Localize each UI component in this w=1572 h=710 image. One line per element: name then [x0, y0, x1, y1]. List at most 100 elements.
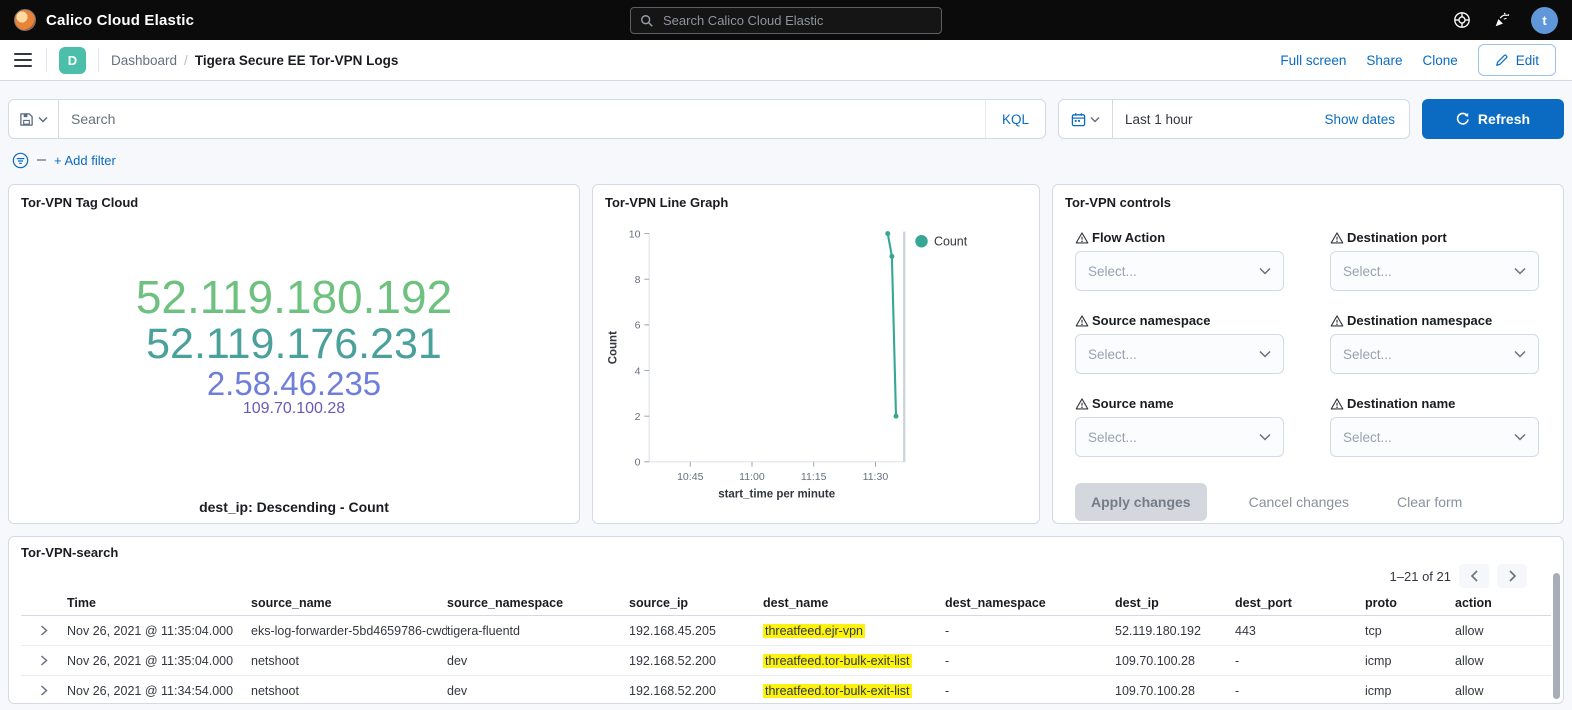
next-page-button[interactable]	[1497, 564, 1527, 588]
control-field: Source nameSelect...	[1075, 396, 1284, 457]
clear-form-button[interactable]: Clear form	[1391, 493, 1468, 511]
warning-icon	[1075, 314, 1089, 328]
tag-cloud-items: 52.119.180.19252.119.176.2312.58.46.2351…	[19, 211, 569, 481]
cell-dest-ip: 52.119.180.192	[1115, 624, 1235, 638]
table-row: Nov 26, 2021 @ 11:35:04.000eks-log-forwa…	[21, 616, 1551, 646]
edit-button[interactable]: Edit	[1478, 44, 1556, 76]
prev-page-button[interactable]	[1459, 564, 1489, 588]
control-field: Destination portSelect...	[1330, 230, 1539, 291]
svg-text:start_time per minute: start_time per minute	[718, 488, 835, 500]
nav-action-clone[interactable]: Clone	[1422, 53, 1457, 68]
table-row: Nov 26, 2021 @ 11:35:04.000netshootdev19…	[21, 646, 1551, 676]
cell-action: allow	[1455, 654, 1551, 668]
filter-bar: + Add filter	[12, 148, 1560, 172]
global-search-input[interactable]	[661, 12, 932, 29]
warning-icon	[1075, 397, 1089, 411]
select-source-namespace[interactable]: Select...	[1075, 334, 1284, 374]
nav-action-share[interactable]: Share	[1366, 53, 1402, 68]
tag-cloud-footer-label: dest_ip: Descending - Count	[9, 499, 579, 515]
search-icon	[640, 14, 654, 28]
cancel-changes-button[interactable]: Cancel changes	[1243, 493, 1355, 511]
column-header-dest-ip: dest_ip	[1115, 596, 1235, 610]
column-header-proto: proto	[1365, 596, 1455, 610]
svg-text:Count: Count	[934, 235, 968, 249]
breadcrumb: Dashboard/Tigera Secure EE Tor-VPN Logs	[111, 53, 398, 68]
chevron-down-icon	[38, 116, 48, 123]
refresh-icon	[1456, 112, 1470, 126]
show-dates-button[interactable]: Show dates	[1310, 112, 1409, 127]
table-scrollbar[interactable]	[1553, 573, 1560, 699]
control-field: Source namespace Select...	[1075, 313, 1284, 374]
help-icon[interactable]	[1451, 9, 1473, 31]
date-picker-menu-button[interactable]	[1059, 100, 1113, 138]
warning-icon	[1330, 231, 1344, 245]
cell-time: Nov 26, 2021 @ 11:35:04.000	[67, 654, 251, 668]
pagination-label: 1–21 of 21	[1390, 569, 1451, 584]
table-header: Timesource_namesource_namespacesource_ip…	[21, 590, 1551, 616]
svg-text:11:15: 11:15	[801, 471, 827, 483]
top-header-bar: Calico Cloud Elastic t	[0, 0, 1572, 40]
kql-button[interactable]: KQL	[985, 100, 1045, 138]
expand-row-chevron-icon[interactable]	[21, 655, 67, 666]
news-icon[interactable]	[1491, 9, 1513, 31]
add-filter-button[interactable]: + Add filter	[54, 153, 116, 168]
control-field: Destination namespaceSelect...	[1330, 313, 1539, 374]
select-flow-action[interactable]: Select...	[1075, 251, 1284, 291]
cell-dest-port: -	[1235, 654, 1365, 668]
chevron-down-icon	[1514, 350, 1526, 358]
cell-dest-port: 443	[1235, 624, 1365, 638]
time-range-value[interactable]: Last 1 hour	[1113, 112, 1310, 127]
tag-cloud-term[interactable]: 52.119.180.192	[136, 274, 452, 322]
query-input[interactable]	[59, 111, 985, 127]
control-label: Source namespace	[1075, 313, 1284, 328]
select-destination-namespace[interactable]: Select...	[1330, 334, 1539, 374]
filter-menu-icon[interactable]	[12, 152, 29, 169]
cell-proto: tcp	[1365, 624, 1455, 638]
calico-logo-icon	[14, 9, 36, 31]
control-label: Destination name	[1330, 396, 1539, 411]
select-destination-port[interactable]: Select...	[1330, 251, 1539, 291]
breadcrumb-item-tigera-secure-ee-tor-vpn-logs: Tigera Secure EE Tor-VPN Logs	[195, 53, 399, 68]
svg-text:4: 4	[635, 365, 641, 377]
column-header-dest-port: dest_port	[1235, 596, 1365, 610]
tag-cloud-term[interactable]: 2.58.46.235	[207, 367, 381, 401]
svg-text:8: 8	[635, 274, 641, 286]
tag-cloud-term[interactable]: 52.119.176.231	[146, 322, 442, 367]
pencil-icon	[1495, 53, 1509, 67]
expand-row-chevron-icon[interactable]	[21, 685, 67, 696]
saved-query-icon	[19, 112, 34, 127]
apply-changes-button[interactable]: Apply changes	[1075, 483, 1207, 521]
date-picker: Last 1 hour Show dates	[1058, 99, 1410, 139]
global-search[interactable]	[630, 7, 942, 34]
cell-time: Nov 26, 2021 @ 11:35:04.000	[67, 624, 251, 638]
user-avatar[interactable]: t	[1531, 7, 1558, 34]
cell-dest-name: threatfeed.tor-bulk-exit-list	[763, 654, 945, 668]
app-title: Calico Cloud Elastic	[46, 12, 194, 29]
select-destination-name[interactable]: Select...	[1330, 417, 1539, 457]
dashboard-badge[interactable]: D	[59, 47, 86, 74]
cell-dest-port: -	[1235, 684, 1365, 698]
divider	[46, 48, 47, 72]
panel-title: Tor-VPN Line Graph	[605, 195, 1027, 210]
menu-icon[interactable]	[12, 50, 34, 70]
controls-buttons: Apply changes Cancel changes Clear form	[1075, 483, 1541, 521]
line-chart: 024681010:4511:0011:1511:30Countstart_ti…	[605, 214, 1027, 514]
expand-row-chevron-icon[interactable]	[21, 625, 67, 636]
cell-action: allow	[1455, 624, 1551, 638]
saved-query-menu-button[interactable]	[9, 100, 59, 138]
refresh-button[interactable]: Refresh	[1422, 99, 1564, 139]
tag-cloud-term[interactable]: 109.70.100.28	[243, 401, 345, 418]
cell-source-namespace: tigera-fluentd	[447, 624, 629, 638]
nav-action-full-screen[interactable]: Full screen	[1280, 53, 1346, 68]
chevron-down-icon	[1259, 267, 1271, 275]
cell-source-ip: 192.168.52.200	[629, 684, 763, 698]
controls-panel: Tor-VPN controls Flow ActionSelect...Des…	[1052, 184, 1564, 524]
breadcrumb-item-dashboard[interactable]: Dashboard	[111, 53, 177, 68]
cell-time: Nov 26, 2021 @ 11:34:54.000	[67, 684, 251, 698]
chevron-down-icon	[1259, 350, 1271, 358]
control-label: Flow Action	[1075, 230, 1284, 245]
line-graph-panel: Tor-VPN Line Graph 024681010:4511:0011:1…	[592, 184, 1040, 524]
chevron-down-icon	[1514, 267, 1526, 275]
svg-text:0: 0	[635, 457, 641, 469]
select-source-name[interactable]: Select...	[1075, 417, 1284, 457]
